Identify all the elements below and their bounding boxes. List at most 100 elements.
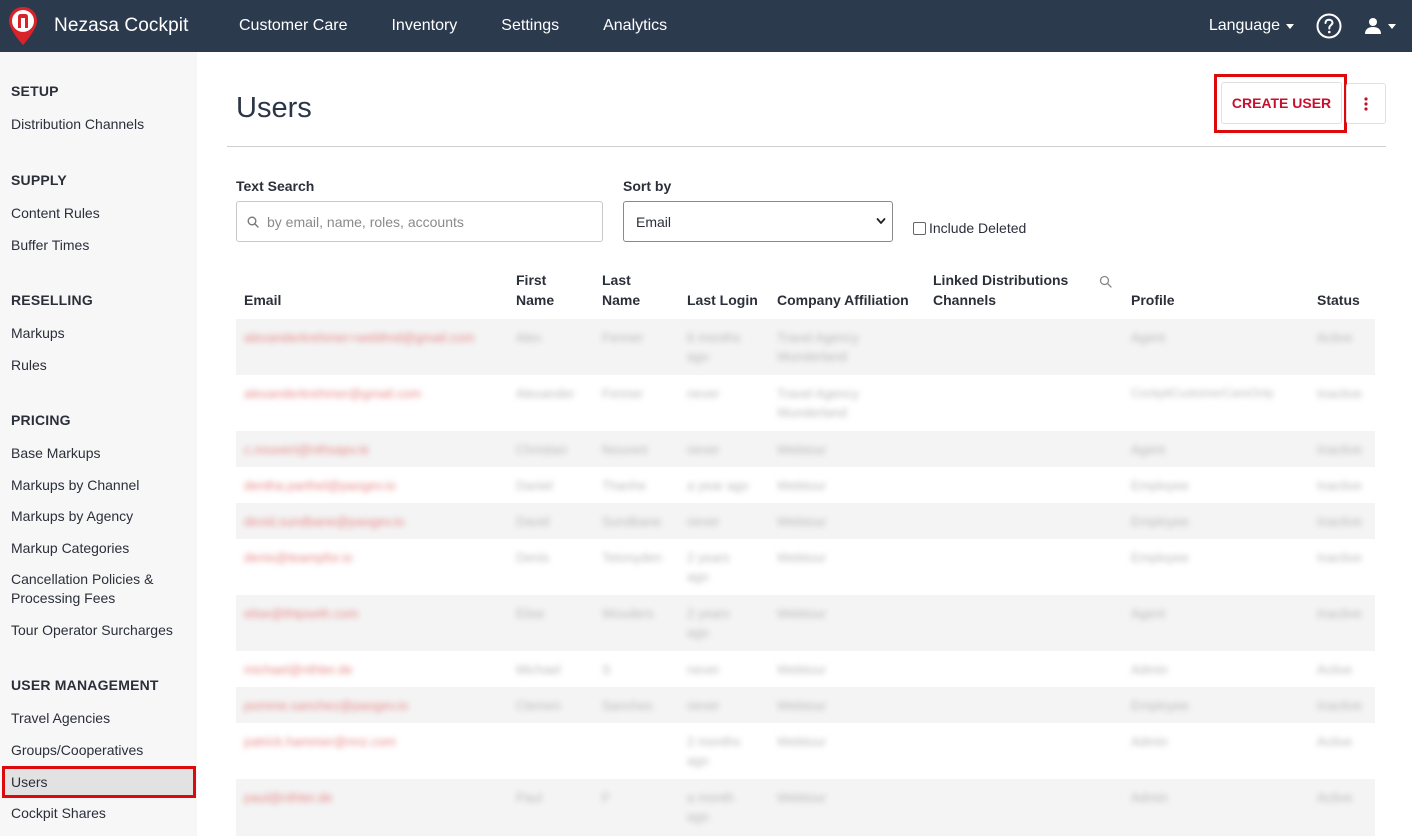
column-header-status[interactable]: Status bbox=[1317, 290, 1360, 310]
cell-first: Michael bbox=[516, 662, 561, 677]
column-header-linked-line1: Linked Distributions bbox=[933, 272, 1069, 288]
cell-email[interactable]: michael@nthter.de bbox=[244, 660, 353, 679]
cell-status: Inactive bbox=[1317, 442, 1362, 457]
include-deleted-toggle[interactable]: Include Deleted bbox=[913, 220, 1026, 236]
cell-status: Inactive bbox=[1317, 606, 1362, 621]
language-label: Language bbox=[1208, 17, 1280, 34]
nav-settings[interactable]: Settings bbox=[501, 17, 559, 35]
cell-last: S bbox=[602, 662, 611, 677]
sidebar-item-tour-operator-surcharges[interactable]: Tour Operator Surcharges bbox=[11, 621, 173, 640]
cell-status: Active bbox=[1317, 662, 1353, 677]
sidebar-item-distribution-channels[interactable]: Distribution Channels bbox=[11, 115, 144, 134]
table-row[interactable]: alexanderkrehmer+webfmd@gmail.com Alex Fen… bbox=[236, 319, 1375, 375]
cell-company-affiliation: Travel Agency Wunderland bbox=[777, 330, 859, 364]
table-row[interactable]: patrick.hammer@nnz.com 2 months ago Webtour… bbox=[236, 723, 1375, 779]
cell-last: Fenner bbox=[602, 330, 644, 345]
cell-status: Inactive bbox=[1317, 550, 1362, 565]
table-row[interactable]: paul@nthter.de Paul Fa month ago Webtour Admi… bbox=[236, 779, 1375, 836]
sidebar-item-base-markups[interactable]: Base Markups bbox=[11, 444, 100, 463]
nav-customer-care[interactable]: Customer Care bbox=[239, 17, 347, 35]
cell-email[interactable]: c.nouvert@nthsapv.ie bbox=[244, 440, 369, 459]
cell-email[interactable]: alexanderkrehmer+webfmd@gmail.com bbox=[244, 328, 474, 347]
sidebar-item-cancellation-policies[interactable]: Cancellation Policies & Processing Fees bbox=[11, 570, 171, 608]
cell-first: Alex bbox=[516, 330, 542, 345]
include-deleted-checkbox[interactable] bbox=[913, 221, 926, 235]
nav-analytics[interactable]: Analytics bbox=[603, 17, 667, 35]
cell-email[interactable]: dentha.parthel@paogev.io bbox=[244, 476, 396, 495]
column-header-last-login[interactable]: Last Login bbox=[687, 290, 758, 310]
cell-email[interactable]: pomme.sanchez@paogev.io bbox=[244, 696, 408, 715]
sidebar-item-markup-categories[interactable]: Markup Categories bbox=[11, 539, 129, 558]
cell-first: Christian bbox=[516, 442, 568, 457]
sidebar-item-markups-by-channel[interactable]: Markups by Channel bbox=[11, 476, 139, 495]
cell-last: Nouvert bbox=[602, 442, 648, 457]
user-icon bbox=[1365, 18, 1381, 34]
cell-profile: Employee bbox=[1131, 514, 1189, 529]
table-row[interactable]: devid.sundbane@paogev.io David Sundbane nev… bbox=[236, 503, 1375, 539]
nav-inventory[interactable]: Inventory bbox=[391, 17, 457, 35]
column-header-email[interactable]: Email bbox=[244, 290, 281, 310]
cell-last-login: 2 years ago bbox=[687, 550, 730, 584]
sidebar-item-travel-agencies[interactable]: Travel Agencies bbox=[11, 709, 110, 728]
cell-last: Sundbane bbox=[602, 514, 662, 529]
cell-company-affiliation: Webtour bbox=[777, 734, 826, 749]
cell-last: Thanhe bbox=[602, 478, 647, 493]
column-header-first-name[interactable]: First Name bbox=[516, 270, 554, 310]
column-header-linked-line2: Channels bbox=[933, 292, 997, 308]
column-header-company-affiliation[interactable]: Company Affiliation bbox=[777, 290, 909, 310]
sidebar-item-groups-cooperatives[interactable]: Groups/Cooperatives bbox=[11, 741, 143, 760]
help-icon[interactable] bbox=[1316, 13, 1342, 39]
language-dropdown[interactable]: Language bbox=[1209, 17, 1294, 35]
cell-status: Active bbox=[1317, 790, 1353, 805]
chevron-down-icon bbox=[876, 218, 886, 224]
cell-email[interactable]: elise@thtpseth.com bbox=[244, 604, 358, 623]
more-vertical-icon bbox=[1364, 96, 1368, 111]
text-search-input[interactable] bbox=[267, 213, 587, 230]
column-header-last-name-line2: Name bbox=[602, 292, 641, 308]
table-row[interactable]: c.nouvert@nthsapv.ie Christian Nouvert neve… bbox=[236, 431, 1375, 467]
create-user-button[interactable]: CREATE USER bbox=[1221, 82, 1342, 124]
column-header-last-name[interactable]: Last Name bbox=[602, 270, 640, 310]
cell-last-login: never bbox=[687, 442, 720, 457]
column-header-profile[interactable]: Profile bbox=[1131, 290, 1175, 310]
table-row[interactable]: pomme.sanchez@paogev.io Clemen Sanches neve… bbox=[236, 687, 1375, 723]
sidebar-item-rules[interactable]: Rules bbox=[11, 356, 47, 375]
cell-first: David bbox=[516, 514, 550, 529]
brand[interactable]: Nezasa Cockpit bbox=[0, 0, 232, 52]
sidebar-item-markups[interactable]: Markups bbox=[11, 324, 65, 343]
table-row[interactable]: michael@nthter.de Michael Snever Webtour Adm… bbox=[236, 651, 1375, 687]
cell-status: Inactive bbox=[1317, 386, 1362, 401]
sidebar-item-buffer-times[interactable]: Buffer Times bbox=[11, 236, 89, 255]
sidebar-item-content-rules[interactable]: Content Rules bbox=[11, 204, 100, 223]
cell-email[interactable]: patrick.hammer@nnz.com bbox=[244, 732, 396, 751]
sidebar-item-cockpit-shares[interactable]: Cockpit Shares bbox=[11, 804, 106, 823]
sort-by-select[interactable]: Email bbox=[623, 201, 893, 242]
user-menu[interactable] bbox=[1364, 17, 1396, 35]
cell-email[interactable]: alexanderkrehmer@gmail.com bbox=[244, 384, 421, 403]
cell-last: Fenner bbox=[602, 386, 644, 401]
cell-company-affiliation: Travel Agency Wunderland bbox=[777, 386, 859, 420]
search-icon[interactable] bbox=[1099, 275, 1112, 288]
sidebar-item-markups-by-agency[interactable]: Markups by Agency bbox=[11, 507, 133, 526]
sidebar-heading-user-management: USER MANAGEMENT bbox=[11, 677, 159, 693]
cell-last-login: 6 months ago bbox=[687, 330, 741, 364]
top-navbar: Nezasa Cockpit Customer Care Inventory S… bbox=[0, 0, 1412, 52]
cell-last-login: never bbox=[687, 514, 720, 529]
sidebar-item-users[interactable]: Users bbox=[2, 766, 196, 798]
cell-profile: Agent bbox=[1131, 442, 1165, 457]
cell-email[interactable]: paul@nthter.de bbox=[244, 788, 332, 807]
cell-last-login: 2 years ago bbox=[687, 606, 730, 640]
column-header-linked-channels[interactable]: Linked Distributions Channels bbox=[933, 270, 1068, 310]
cell-status: Inactive bbox=[1317, 514, 1362, 529]
table-row[interactable]: alexanderkrehmer@gmail.com Alexander Fenne… bbox=[236, 375, 1375, 431]
cell-profile: Admin bbox=[1131, 662, 1168, 677]
more-options-button[interactable] bbox=[1346, 83, 1386, 124]
table-row[interactable]: denis@teampfor.io Denis Tetonyden 2 years ag… bbox=[236, 539, 1375, 595]
text-search-field[interactable] bbox=[236, 201, 603, 242]
cell-email[interactable]: denis@teampfor.io bbox=[244, 548, 353, 567]
table-row[interactable]: elise@thtpseth.com Elise Wouders 2 years ago… bbox=[236, 595, 1375, 651]
cell-company-affiliation: Webtour bbox=[777, 514, 826, 529]
table-row[interactable]: dentha.parthel@paogev.io Daniel Thanhe a ye… bbox=[236, 467, 1375, 503]
column-header-first-name-line1: First bbox=[516, 272, 547, 288]
cell-email[interactable]: devid.sundbane@paogev.io bbox=[244, 512, 404, 531]
